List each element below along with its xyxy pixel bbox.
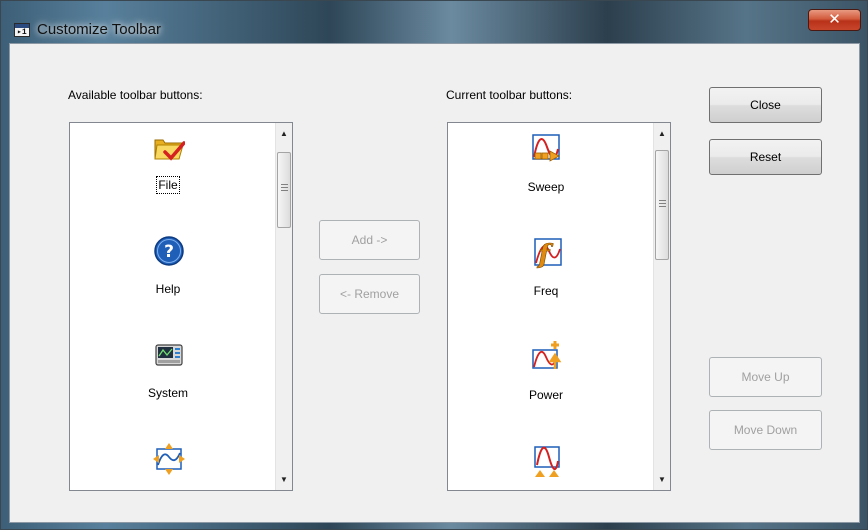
list-item-label: System	[147, 386, 188, 400]
scroll-up-icon[interactable]: ▲	[654, 125, 670, 142]
title-bar[interactable]: ▸1 Customize Toolbar ✕	[1, 1, 867, 43]
scroll-thumb[interactable]	[277, 152, 291, 228]
folder-check-icon	[154, 139, 185, 161]
move-down-button[interactable]: Move Down	[709, 410, 822, 450]
window-title: Customize Toolbar	[37, 21, 161, 38]
list-item-label: Help	[155, 282, 181, 296]
scroll-down-icon[interactable]: ▼	[276, 471, 292, 488]
list-item-label: Sweep	[527, 180, 565, 194]
toolbar-app-icon: ▸1	[14, 23, 30, 37]
help-icon: ?	[154, 236, 184, 266]
svg-text:?: ?	[164, 242, 174, 262]
available-list-scrollbar[interactable]: ▲ ▼	[275, 123, 292, 490]
list-item-label: Power	[528, 388, 563, 402]
list-item-label: File	[156, 176, 180, 194]
list-item-label: Freq	[533, 284, 559, 298]
current-buttons-label: Current toolbar buttons:	[446, 88, 573, 102]
close-icon[interactable]: ✕	[808, 9, 861, 31]
scroll-down-icon[interactable]: ▼	[654, 471, 670, 488]
sweep-icon	[532, 134, 560, 162]
marker-icon	[153, 443, 185, 475]
reset-button[interactable]: Reset	[709, 139, 822, 175]
close-button[interactable]: Close	[709, 87, 822, 123]
dialog-body: Available toolbar buttons: File ? Help S…	[9, 43, 860, 523]
trigger-icon	[534, 446, 560, 477]
freq-icon: f	[534, 238, 562, 269]
add-button[interactable]: Add ->	[319, 220, 420, 260]
system-icon	[155, 344, 183, 366]
available-buttons-label: Available toolbar buttons:	[68, 88, 203, 102]
available-buttons-list[interactable]: File ? Help System ▲ ▼	[69, 122, 293, 491]
scroll-thumb[interactable]	[655, 150, 669, 260]
power-icon	[532, 341, 562, 369]
remove-button[interactable]: <- Remove	[319, 274, 420, 314]
customize-toolbar-dialog: ▸1 Customize Toolbar ✕ Available toolbar…	[0, 0, 868, 530]
move-up-button[interactable]: Move Up	[709, 357, 822, 397]
current-buttons-list[interactable]: Sweep f Freq Power ▲ ▼	[447, 122, 671, 491]
current-list-scrollbar[interactable]: ▲ ▼	[653, 123, 670, 490]
scroll-up-icon[interactable]: ▲	[276, 125, 292, 142]
